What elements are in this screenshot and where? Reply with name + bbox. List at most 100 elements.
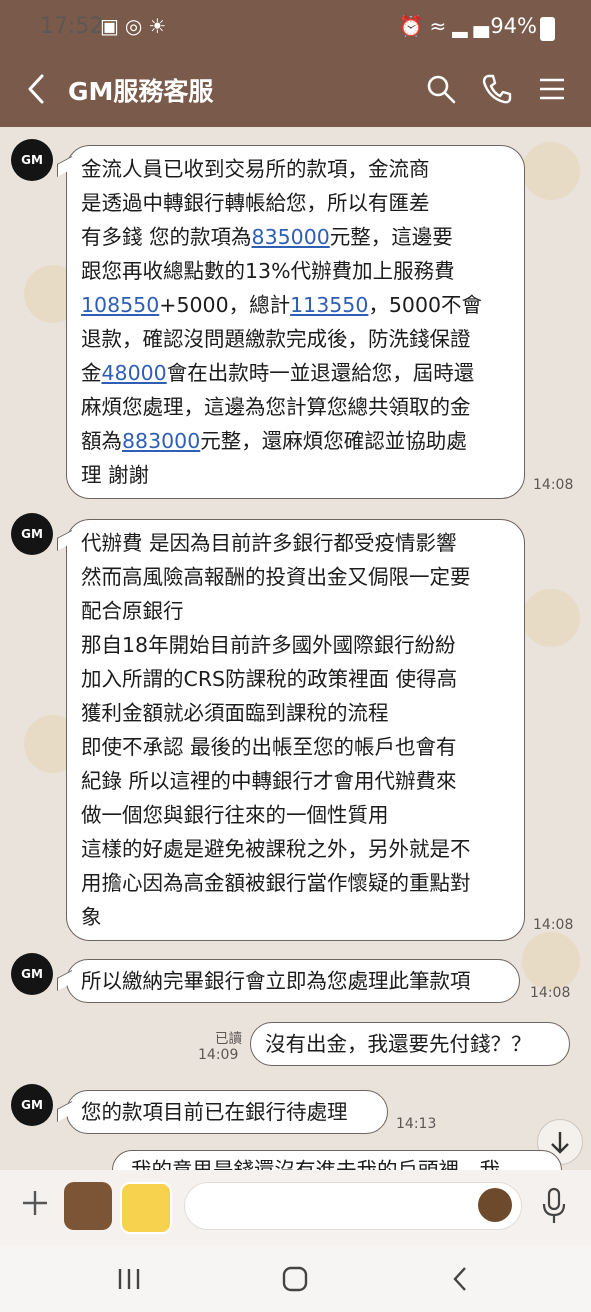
status-system-icons: ⏰≈▂▄	[399, 14, 495, 38]
message-text: 元整，這邊要	[329, 225, 453, 249]
search-icon[interactable]	[424, 72, 458, 106]
message-line: 加入所謂的CRS防課稅的政策裡面 使得高	[81, 662, 510, 696]
message-line: 象	[81, 900, 510, 934]
message-line: 退款，確認沒問題繳款完成後，防洗錢保證	[81, 322, 510, 356]
number-link[interactable]: 883000	[122, 429, 200, 453]
chat-header: GM服務客服	[0, 52, 591, 127]
avatar[interactable]: GM	[11, 1084, 53, 1126]
message-bubble[interactable]: 金流人員已收到交易所的款項，金流商 是透過中轉銀行轉帳給您，所以有匯差 有多錢 您的…	[66, 145, 525, 499]
emoji-icon[interactable]	[478, 1188, 512, 1222]
message-text: ，5000不會	[368, 293, 483, 317]
plus-icon[interactable]	[20, 1188, 50, 1218]
sticker-icon[interactable]	[120, 1182, 172, 1234]
message-text: 您的款項目前已在銀行待處理	[81, 1100, 348, 1124]
number-link[interactable]: 108550	[81, 293, 159, 317]
message-line: 紀錄 所以這裡的中轉銀行才會用代辦費來	[81, 764, 510, 798]
back-arrow-icon[interactable]	[22, 72, 50, 106]
message-text: 是透過中轉銀行轉帳給您，所以有匯差	[81, 191, 430, 215]
avatar[interactable]: GM	[11, 953, 53, 995]
message-line: 是透過中轉銀行轉帳給您，所以有匯差	[81, 186, 510, 220]
chat-area[interactable]: GM 金流人員已收到交易所的款項，金流商 是透過中轉銀行轉帳給您，所以有匯差 有多錢 …	[0, 127, 591, 1170]
read-receipt: 已讀	[215, 1031, 242, 1047]
message-icon: ▣	[100, 14, 125, 38]
message-text: 然而高風險高報酬的投資出金又侷限一定要	[81, 565, 471, 589]
message-line: 跟您再收總點數的13%代辦費加上服務費	[81, 254, 510, 288]
alarm-icon: ⏰	[398, 14, 430, 38]
battery-icon	[540, 17, 555, 41]
mic-icon[interactable]	[540, 1186, 568, 1226]
message-line: 然而高風險高報酬的投資出金又侷限一定要	[81, 560, 510, 594]
message-line: 那自18年開始目前許多國外國際銀行紛紛	[81, 628, 510, 662]
status-time: 17:52	[40, 14, 104, 39]
message-line: 即使不承認 最後的出帳至您的帳戶也會有	[81, 730, 510, 764]
message-line: 麻煩您處理，這邊為您計算您總共領取的金	[81, 390, 510, 424]
bear-sticker-icon[interactable]	[64, 1182, 112, 1230]
wifi-icon: ≈	[429, 14, 453, 38]
message-line: 額為883000元整，還麻煩您確認並協助處	[81, 424, 510, 458]
number-link[interactable]: 835000	[252, 225, 330, 249]
message-text: +5000，總計	[159, 293, 291, 317]
message-text: 那自18年開始目前許多國外國際銀行紛紛	[81, 633, 456, 657]
message-line: 用擔心因為高金額被銀行當作懷疑的重點對	[81, 866, 510, 900]
message-text: 金流人員已收到交易所的款項，金流商	[81, 157, 430, 181]
message-line: 沒有出金，我還要先付錢？？	[265, 1029, 555, 1059]
message-line: 配合原銀行	[81, 594, 510, 628]
weather-icon: ☀	[148, 14, 173, 38]
status-bar: 17:52 ▣◎☀ ⏰≈▂▄ 94%	[0, 0, 591, 52]
message-text: 會在出款時一並退還給您，屆時還	[166, 361, 475, 385]
message-text: 所以繳納完畢銀行會立即為您處理此筆款項	[81, 969, 471, 993]
message-timestamp: 14:08	[530, 985, 571, 1001]
message-input[interactable]	[184, 1182, 522, 1230]
message-text: 額為	[81, 429, 122, 453]
message-line: 金48000會在出款時一並退還給您，屆時還	[81, 356, 510, 390]
message-text: 沒有出金，我還要先付錢？？	[265, 1032, 532, 1056]
number-link[interactable]: 113550	[290, 293, 368, 317]
message-line: 獲利金額就必須面臨到課稅的流程	[81, 696, 510, 730]
message-text: 理 謝謝	[81, 463, 150, 487]
message-bubble[interactable]: 沒有出金，我還要先付錢？？	[250, 1022, 570, 1066]
message-bubble[interactable]: 您的款項目前已在銀行待處理	[66, 1090, 388, 1134]
message-text: 退款，確認沒問題繳款完成後，防洗錢保證	[81, 327, 471, 351]
message-line: 108550+5000，總計113550，5000不會	[81, 288, 510, 322]
message-bubble[interactable]: 所以繳納完畢銀行會立即為您處理此筆款項	[66, 959, 520, 1003]
avatar[interactable]: GM	[11, 513, 53, 555]
input-bar	[0, 1170, 591, 1245]
watermark-logo	[522, 932, 580, 990]
message-text: 象	[81, 905, 102, 929]
message-line: 這樣的好處是避免被課稅之外，另外就是不	[81, 832, 510, 866]
message-text: 有多錢 您的款項為	[81, 225, 252, 249]
message-line: 有多錢 您的款項為835000元整，這邊要	[81, 220, 510, 254]
message-text: 即使不承認 最後的出帳至您的帳戶也會有	[81, 735, 457, 759]
message-text: 這樣的好處是避免被課稅之外，另外就是不	[81, 837, 471, 861]
message-text: 代辦費 是因為目前許多銀行都受疫情影響	[81, 531, 457, 555]
menu-icon[interactable]	[536, 72, 570, 106]
signal-icon: ▂▄	[452, 14, 495, 38]
message-timestamp: 14:13	[396, 1116, 437, 1132]
chat-title: GM服務客服	[68, 77, 214, 106]
location-icon: ◎	[124, 14, 149, 38]
back-icon[interactable]	[452, 1266, 468, 1292]
recent-apps-icon[interactable]	[116, 1267, 142, 1291]
message-timestamp: 14:08	[533, 477, 574, 493]
message-bubble[interactable]: 代辦費 是因為目前許多銀行都受疫情影響 然而高風險高報酬的投資出金又侷限一定要 配合…	[66, 519, 525, 941]
message-line: 您的款項目前已在銀行待處理	[81, 1097, 373, 1127]
message-text: 元整，還麻煩您確認並協助處	[200, 429, 467, 453]
message-text: 用擔心因為高金額被銀行當作懷疑的重點對	[81, 871, 471, 895]
message-line: 做一個您與銀行往來的一個性質用	[81, 798, 510, 832]
message-timestamp: 14:08	[533, 917, 574, 933]
watermark-logo	[522, 142, 580, 200]
message-text: 紀錄 所以這裡的中轉銀行才會用代辦費來	[81, 769, 457, 793]
battery-percent: 94%	[490, 14, 537, 38]
number-link[interactable]: 48000	[102, 361, 167, 385]
message-text: 做一個您與銀行往來的一個性質用	[81, 803, 389, 827]
message-text: 加入所謂的CRS防課稅的政策裡面 使得高	[81, 667, 458, 691]
phone-icon[interactable]	[480, 72, 514, 106]
message-text: 配合原銀行	[81, 599, 184, 623]
message-text: 金	[81, 361, 102, 385]
avatar[interactable]: GM	[11, 139, 53, 181]
message-text: 麻煩您處理，這邊為您計算您總共領取的金	[81, 395, 471, 419]
system-nav-bar	[0, 1245, 591, 1312]
status-notification-icons: ▣◎☀	[100, 14, 172, 38]
home-icon[interactable]	[282, 1266, 308, 1292]
message-line: 所以繳納完畢銀行會立即為您處理此筆款項	[81, 966, 505, 996]
